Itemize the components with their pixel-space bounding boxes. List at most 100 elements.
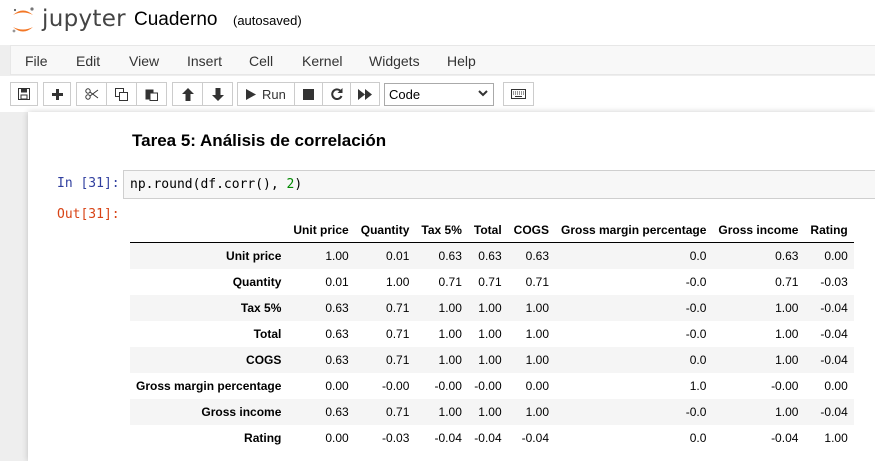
row-label: Quantity xyxy=(232,275,282,289)
restart-icon xyxy=(330,88,342,100)
table-cell: -0.04 xyxy=(820,353,848,367)
menu-view[interactable]: View xyxy=(129,53,159,69)
copy-button[interactable] xyxy=(106,82,137,106)
dataframe-table: Unit price Quantity Tax 5% Total COGS Gr… xyxy=(130,217,854,451)
table-cell: 0.71 xyxy=(438,275,462,289)
menu-widgets[interactable]: Widgets xyxy=(369,53,420,69)
jupyter-logo-text[interactable]: jupyter xyxy=(42,6,126,32)
table-cell: 0.63 xyxy=(438,249,462,263)
table-cell: -0.0 xyxy=(685,405,707,419)
table-cell: 0.71 xyxy=(478,275,502,289)
table-cell: 0.0 xyxy=(689,249,707,263)
input-prompt: In [31]: xyxy=(57,176,120,191)
table-cell: 0.71 xyxy=(775,275,799,289)
row-label: Gross margin percentage xyxy=(136,379,282,393)
table-cell: 1.00 xyxy=(438,405,462,419)
table-cell: -0.0 xyxy=(685,327,707,341)
table-cell: -0.03 xyxy=(820,275,848,289)
table-cell: -0.03 xyxy=(382,431,410,445)
table-cell: -0.04 xyxy=(434,431,462,445)
index-header xyxy=(130,217,288,243)
table-cell: 1.00 xyxy=(525,301,549,315)
row-label: Total xyxy=(253,327,282,341)
table-cell: 1.00 xyxy=(386,275,410,289)
paste-button[interactable] xyxy=(136,82,167,106)
menu-kernel[interactable]: Kernel xyxy=(302,53,342,69)
interrupt-button[interactable] xyxy=(294,82,323,106)
arrow-down-icon xyxy=(211,87,224,101)
table-cell: 1.00 xyxy=(824,431,848,445)
table-cell: 0.00 xyxy=(525,379,549,393)
column-header: Total xyxy=(467,217,508,243)
table-cell: 1.00 xyxy=(775,405,799,419)
table-cell: 0.63 xyxy=(325,327,349,341)
restart-button[interactable] xyxy=(322,82,351,106)
table-row: Gross income 0.63 0.71 1.00 1.00 1.00 -0.0 1.00… xyxy=(130,399,854,425)
row-label: Tax 5% xyxy=(240,301,282,315)
table-cell: 0.00 xyxy=(325,431,349,445)
table-cell: 0.63 xyxy=(525,249,549,263)
move-up-button[interactable] xyxy=(172,82,203,106)
table-cell: 1.00 xyxy=(775,327,799,341)
table-cell: 0.00 xyxy=(824,249,848,263)
code-suffix: ) xyxy=(294,177,303,192)
notebook-name[interactable]: Cuaderno xyxy=(134,9,217,31)
table-cell: 1.0 xyxy=(689,379,707,393)
menubar: File Edit View Insert Cell Kernel Widget… xyxy=(10,45,875,75)
table-cell: 1.00 xyxy=(525,353,549,367)
table-cell: -0.04 xyxy=(521,431,549,445)
table-cell: 0.0 xyxy=(689,431,707,445)
column-header: Tax 5% xyxy=(415,217,468,243)
table-cell: 0.01 xyxy=(325,275,349,289)
menu-cell[interactable]: Cell xyxy=(249,53,273,69)
table-cell: 1.00 xyxy=(438,301,462,315)
table-cell: -0.04 xyxy=(820,327,848,341)
row-label: Unit price xyxy=(226,249,282,263)
cut-button[interactable] xyxy=(76,82,107,106)
code-text: np.round(df.corr(), 2) xyxy=(130,177,302,192)
table-cell: 0.71 xyxy=(525,275,549,289)
code-input[interactable]: np.round(df.corr(), 2) xyxy=(123,170,875,199)
save-button[interactable] xyxy=(10,82,38,106)
menu-insert[interactable]: Insert xyxy=(187,53,222,69)
table-header-row: Unit price Quantity Tax 5% Total COGS Gr… xyxy=(130,217,854,243)
jupyter-logo-icon[interactable] xyxy=(10,6,36,36)
keyboard-icon xyxy=(511,89,526,99)
table-cell: 1.00 xyxy=(478,353,502,367)
code-prefix: np.round(df.corr(), xyxy=(130,177,287,192)
table-cell: -0.04 xyxy=(474,431,502,445)
menu-file[interactable]: File xyxy=(25,53,48,69)
markdown-heading[interactable]: Tarea 5: Análisis de correlación xyxy=(132,131,386,151)
paste-icon xyxy=(145,89,158,101)
column-header: Quantity xyxy=(354,217,416,243)
menu-edit[interactable]: Edit xyxy=(76,53,100,69)
header: jupyter Cuaderno (autosaved) xyxy=(0,0,875,45)
run-button[interactable]: Run xyxy=(237,82,295,106)
toolbar: Run Code xyxy=(0,76,875,112)
plus-icon xyxy=(51,88,63,100)
table-cell: 0.71 xyxy=(386,327,410,341)
move-down-button[interactable] xyxy=(202,82,233,106)
table-cell: 1.00 xyxy=(478,327,502,341)
table-cell: -0.00 xyxy=(382,379,410,393)
run-all-button[interactable] xyxy=(350,82,380,106)
menu-help[interactable]: Help xyxy=(447,53,476,69)
row-label: Gross income xyxy=(201,405,282,419)
command-palette-button[interactable] xyxy=(503,82,534,106)
table-cell: -0.0 xyxy=(685,275,707,289)
column-header: Gross margin percentage xyxy=(555,217,713,243)
arrow-up-icon xyxy=(181,87,194,101)
save-icon xyxy=(18,88,30,100)
insert-cell-button[interactable] xyxy=(43,82,71,106)
table-cell: 0.00 xyxy=(824,379,848,393)
cut-icon xyxy=(84,88,98,100)
cell-type-select[interactable]: Code xyxy=(384,83,494,106)
table-row: Tax 5% 0.63 0.71 1.00 1.00 1.00 -0.0 1.00 -0.04 xyxy=(130,295,854,321)
save-status: (autosaved) xyxy=(233,13,302,28)
table-cell: -0.04 xyxy=(820,301,848,315)
table-row: Unit price 1.00 0.01 0.63 0.63 0.63 0.0 0.63 0.0… xyxy=(130,242,854,269)
column-header: COGS xyxy=(507,217,555,243)
table-row: Gross margin percentage 0.00 -0.00 -0.00 -0.… xyxy=(130,373,854,399)
table-cell: 0.63 xyxy=(325,405,349,419)
table-cell: -0.04 xyxy=(771,431,799,445)
